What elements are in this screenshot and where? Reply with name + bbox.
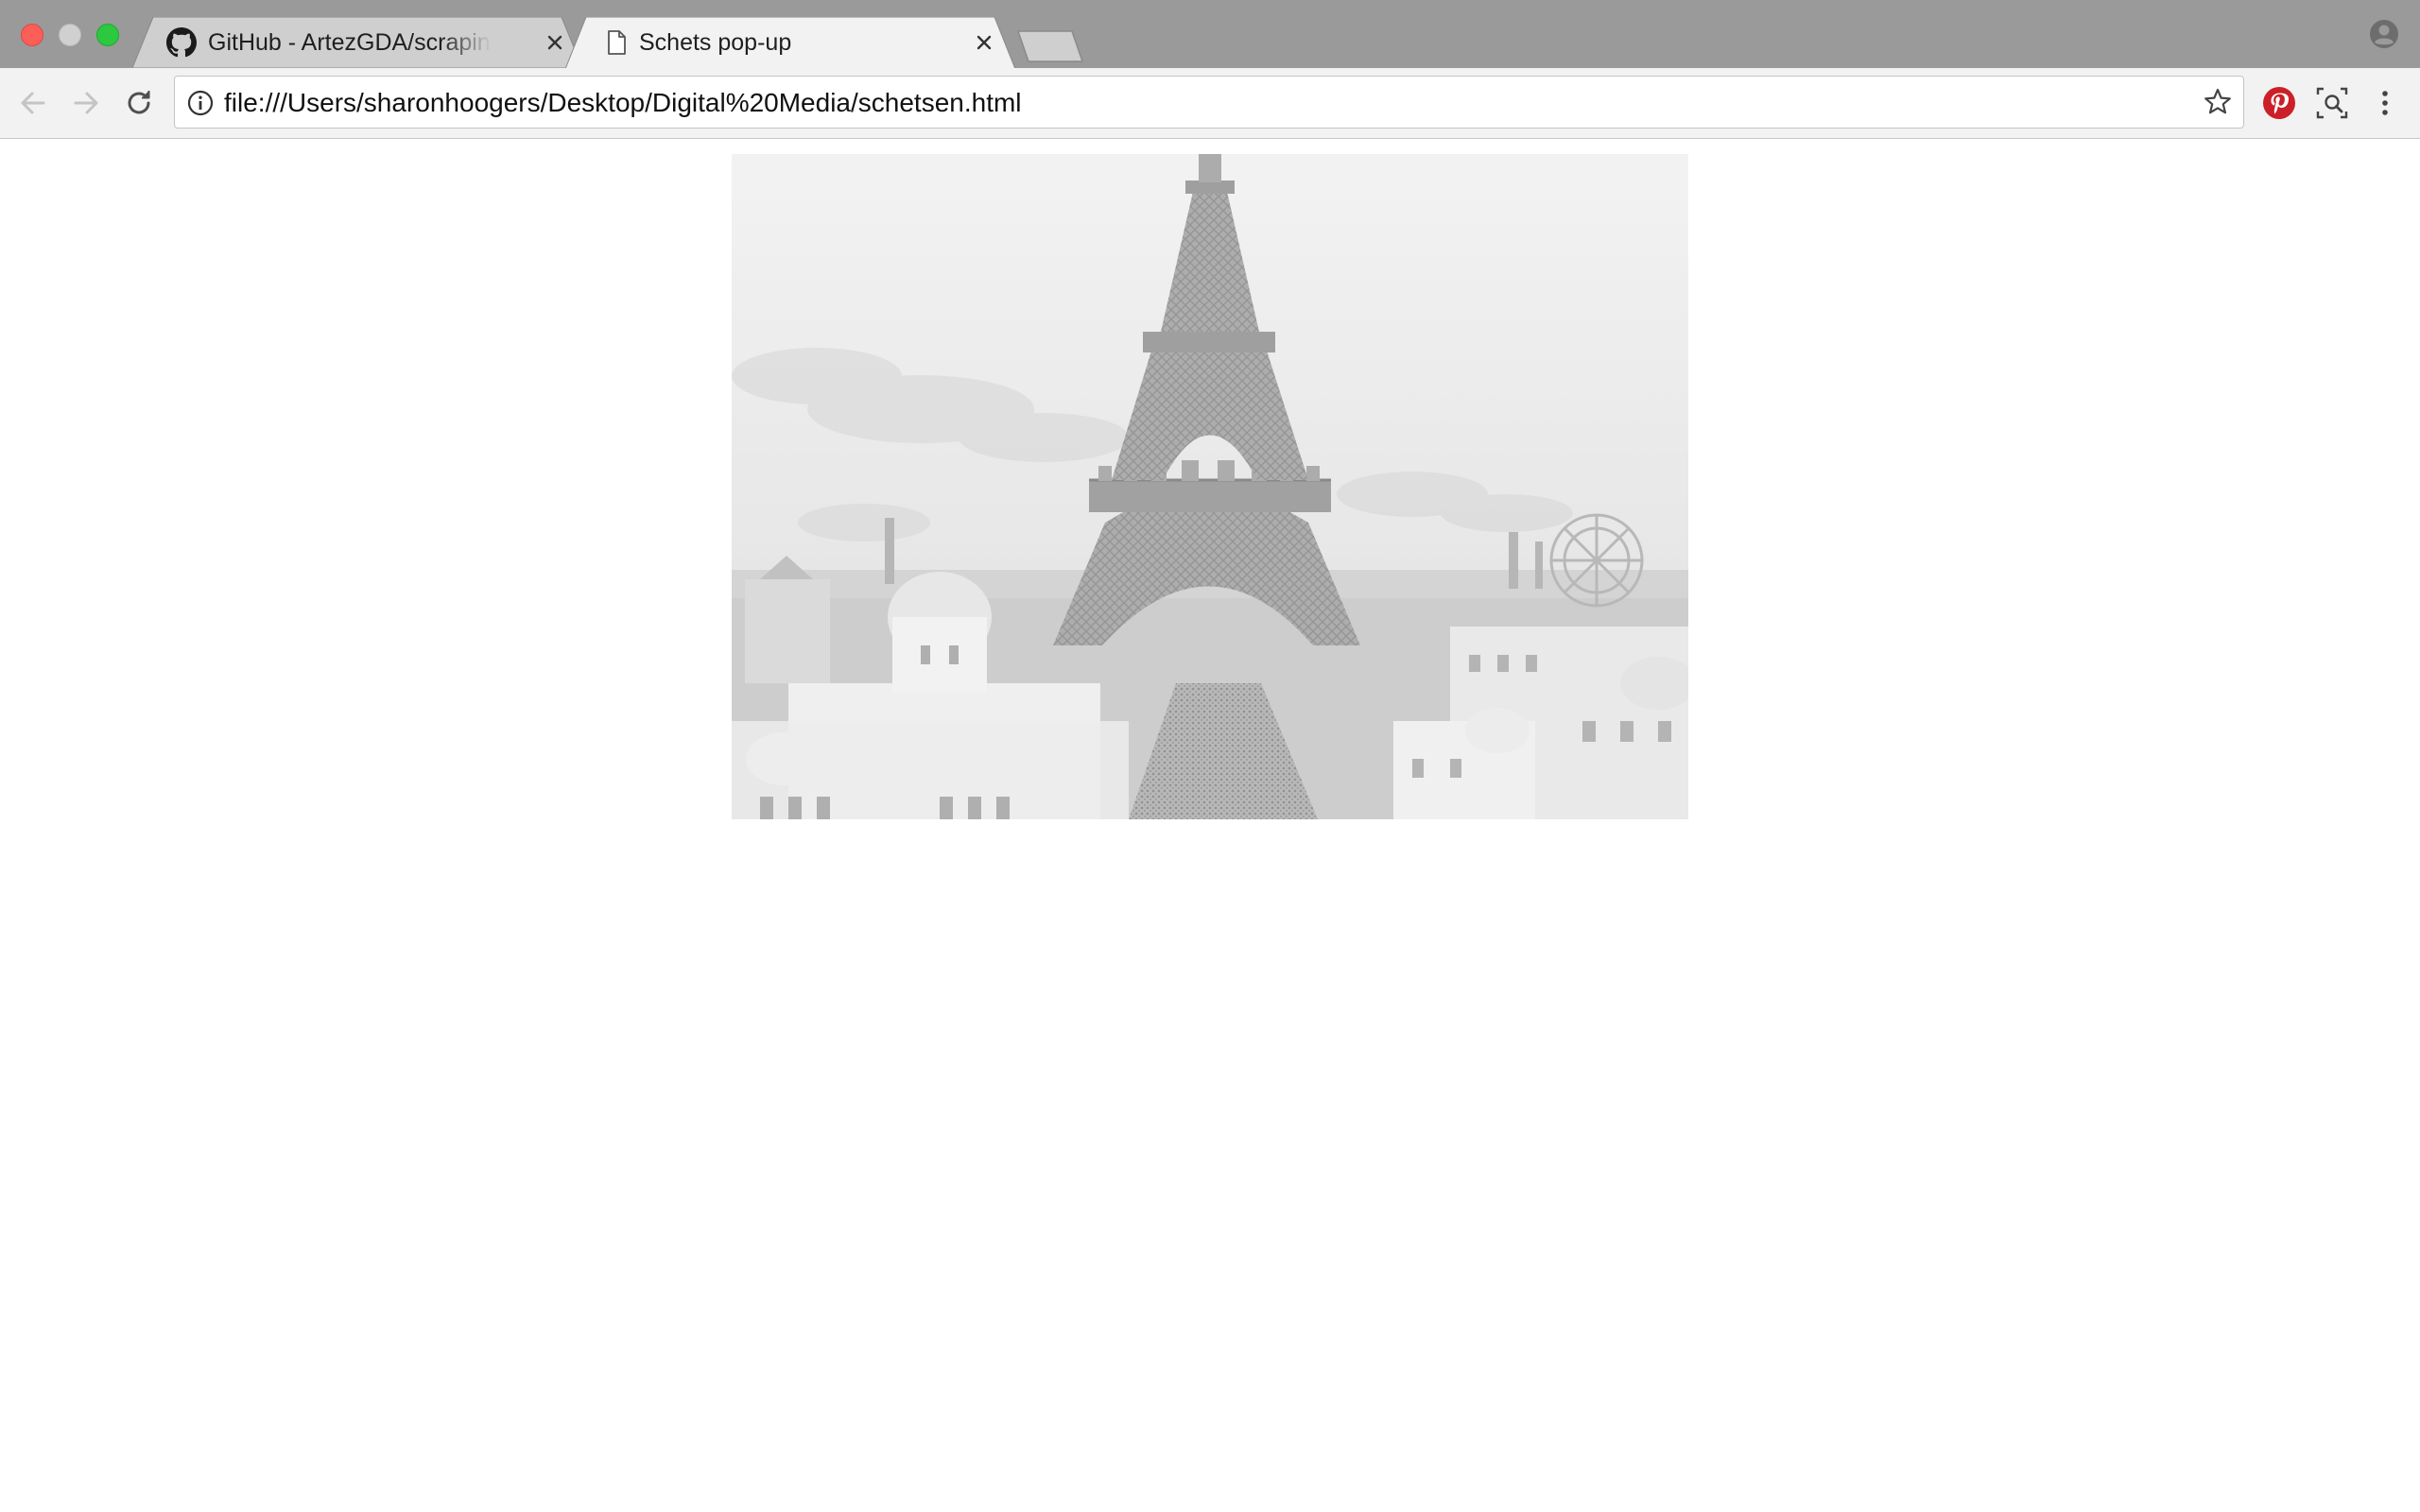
tab-title: GitHub - ArtezGDA/scrapingTo [208, 29, 492, 56]
back-arrow-icon[interactable] [15, 85, 51, 121]
window-close-button[interactable] [21, 24, 43, 46]
pinterest-icon[interactable] [2261, 85, 2297, 121]
tab-schets-popup[interactable]: Schets pop-up [565, 17, 1015, 68]
close-icon[interactable] [972, 30, 996, 55]
profile-icon[interactable] [2369, 19, 2399, 49]
close-icon[interactable] [543, 30, 567, 55]
tab-strip: GitHub - ArtezGDA/scrapingTo Schets pop-… [0, 0, 2420, 68]
reload-icon[interactable] [121, 85, 157, 121]
tab-github[interactable]: GitHub - ArtezGDA/scrapingTo [132, 17, 582, 68]
page-icon [608, 30, 626, 55]
address-bar[interactable]: file:///Users/sharonhoogers/Desktop/Digi… [174, 76, 2244, 129]
info-icon[interactable] [186, 89, 215, 117]
screen-capture-icon[interactable] [2314, 85, 2350, 121]
github-icon [166, 27, 197, 58]
browser-toolbar: file:///Users/sharonhoogers/Desktop/Digi… [0, 68, 2420, 139]
new-tab-button[interactable] [1017, 30, 1083, 62]
url-text[interactable]: file:///Users/sharonhoogers/Desktop/Digi… [224, 88, 1022, 118]
window-maximize-button[interactable] [96, 24, 119, 46]
forward-arrow-icon[interactable] [68, 85, 104, 121]
page-viewport [0, 139, 2420, 1512]
window-minimize-button[interactable] [59, 24, 81, 46]
eiffel-tower-photo [732, 154, 1688, 819]
eiffel-tower-image [732, 154, 1688, 819]
tab-title: Schets pop-up [639, 29, 792, 56]
bookmark-star-icon[interactable] [2202, 86, 2234, 118]
more-menu-icon[interactable] [2367, 85, 2403, 121]
